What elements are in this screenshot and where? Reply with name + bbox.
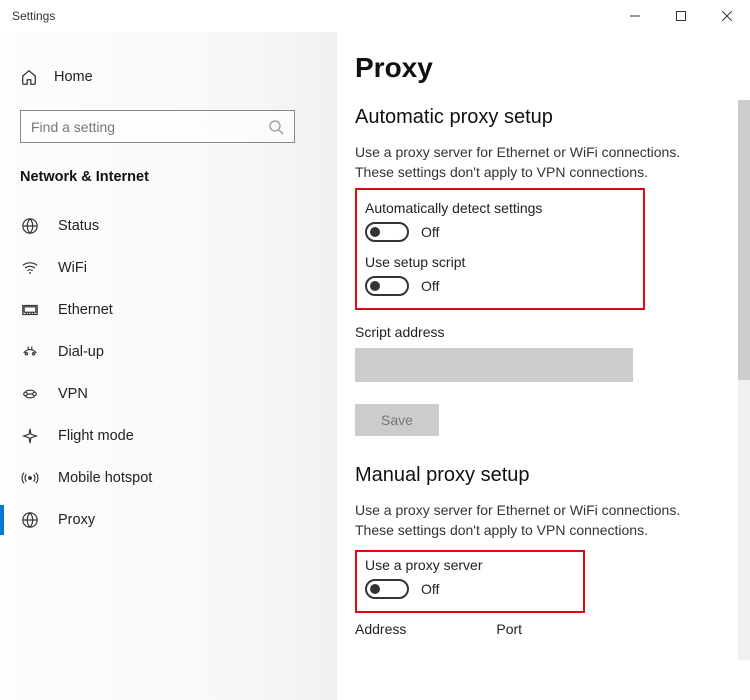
sidebar-item-label: WiFi bbox=[58, 260, 87, 276]
manual-proxy-description: Use a proxy server for Ethernet or WiFi … bbox=[355, 501, 720, 540]
sidebar-item-status[interactable]: Status bbox=[10, 205, 337, 247]
content-pane: Proxy Automatic proxy setup Use a proxy … bbox=[337, 32, 750, 700]
minimize-button[interactable] bbox=[612, 1, 658, 31]
search-input-container[interactable] bbox=[20, 110, 295, 143]
window-title: Settings bbox=[12, 9, 612, 23]
save-button[interactable]: Save bbox=[355, 404, 439, 436]
use-proxy-toggle[interactable] bbox=[365, 579, 409, 599]
auto-proxy-highlight-box: Automatically detect settings Off Use se… bbox=[355, 188, 645, 310]
hotspot-icon bbox=[20, 469, 40, 487]
sidebar-nav-list: Status WiFi Ethernet Dial-up bbox=[10, 205, 337, 541]
sidebar-item-hotspot[interactable]: Mobile hotspot bbox=[10, 457, 337, 499]
sidebar-item-vpn[interactable]: VPN bbox=[10, 373, 337, 415]
sidebar-item-label: Ethernet bbox=[58, 302, 113, 318]
globe-icon bbox=[20, 511, 40, 529]
sidebar-item-flight-mode[interactable]: Flight mode bbox=[10, 415, 337, 457]
auto-detect-label: Automatically detect settings bbox=[365, 200, 631, 216]
maximize-button[interactable] bbox=[658, 1, 704, 31]
sidebar-home-label: Home bbox=[54, 69, 93, 85]
sidebar-item-label: Dial-up bbox=[58, 344, 104, 360]
auto-detect-state: Off bbox=[421, 224, 439, 240]
use-proxy-state: Off bbox=[421, 581, 439, 597]
manual-proxy-heading: Manual proxy setup bbox=[355, 464, 720, 487]
use-proxy-label: Use a proxy server bbox=[365, 557, 571, 573]
scrollbar-thumb[interactable] bbox=[738, 100, 750, 380]
window-titlebar: Settings bbox=[0, 0, 750, 32]
setup-script-label: Use setup script bbox=[365, 254, 631, 270]
search-input[interactable] bbox=[31, 119, 268, 135]
vpn-icon bbox=[20, 385, 40, 403]
setup-script-state: Off bbox=[421, 278, 439, 294]
sidebar-item-label: Flight mode bbox=[58, 428, 134, 444]
sidebar-group-heading: Network & Internet bbox=[20, 169, 337, 185]
sidebar-item-label: Mobile hotspot bbox=[58, 470, 152, 486]
setup-script-toggle[interactable] bbox=[365, 276, 409, 296]
port-label: Port bbox=[496, 621, 522, 637]
window-controls bbox=[612, 1, 750, 31]
auto-proxy-heading: Automatic proxy setup bbox=[355, 106, 720, 129]
status-icon bbox=[20, 217, 40, 235]
address-label: Address bbox=[355, 621, 406, 637]
airplane-icon bbox=[20, 427, 40, 445]
dialup-icon bbox=[20, 343, 40, 361]
auto-detect-toggle[interactable] bbox=[365, 222, 409, 242]
sidebar-item-label: Proxy bbox=[58, 512, 95, 528]
auto-proxy-description: Use a proxy server for Ethernet or WiFi … bbox=[355, 143, 720, 182]
sidebar-item-wifi[interactable]: WiFi bbox=[10, 247, 337, 289]
search-icon bbox=[268, 119, 284, 135]
close-button[interactable] bbox=[704, 1, 750, 31]
ethernet-icon bbox=[20, 301, 40, 319]
sidebar-item-label: Status bbox=[58, 218, 99, 234]
page-title: Proxy bbox=[355, 52, 720, 84]
sidebar-home[interactable]: Home bbox=[10, 62, 337, 92]
sidebar-item-proxy[interactable]: Proxy bbox=[10, 499, 337, 541]
sidebar-item-ethernet[interactable]: Ethernet bbox=[10, 289, 337, 331]
manual-proxy-highlight-box: Use a proxy server Off bbox=[355, 550, 585, 613]
sidebar-item-dialup[interactable]: Dial-up bbox=[10, 331, 337, 373]
home-icon bbox=[20, 68, 38, 86]
wifi-icon bbox=[20, 259, 40, 277]
sidebar-item-label: VPN bbox=[58, 386, 88, 402]
script-address-input[interactable] bbox=[355, 348, 633, 382]
script-address-label: Script address bbox=[355, 324, 720, 340]
sidebar: Home Network & Internet Status WiFi bbox=[0, 32, 337, 700]
